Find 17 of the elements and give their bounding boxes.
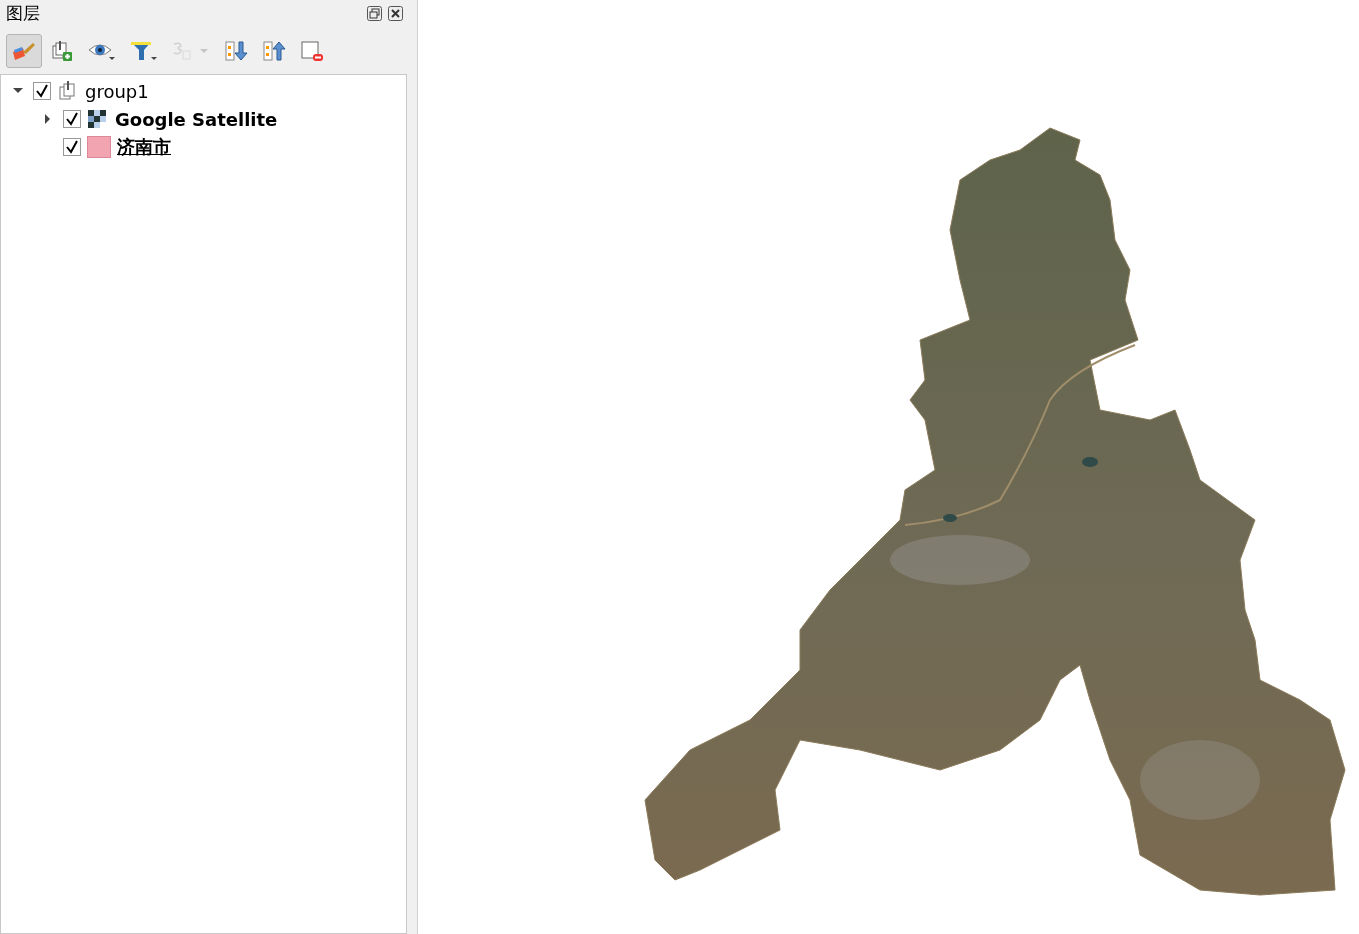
close-icon[interactable]	[388, 5, 404, 21]
layer-name[interactable]: Google Satellite	[115, 108, 278, 130]
arrow-down-icon	[223, 40, 249, 62]
style-button[interactable]	[6, 34, 42, 68]
layer-name[interactable]: 济南市	[117, 135, 171, 159]
float-icon[interactable]	[367, 5, 383, 21]
visibility-checkbox[interactable]	[63, 138, 81, 156]
raster-layer-icon	[87, 109, 109, 129]
remove-layer-icon	[299, 40, 325, 62]
paintbrush-icon	[11, 40, 37, 62]
add-group-icon	[49, 40, 75, 62]
visibility-checkbox[interactable]	[33, 82, 51, 100]
arrow-up-icon	[261, 40, 287, 62]
filter-icon	[129, 40, 159, 62]
panel-title: 图层	[6, 1, 41, 25]
layer-name[interactable]: group1	[85, 80, 149, 102]
visibility-checkbox[interactable]	[63, 110, 81, 128]
